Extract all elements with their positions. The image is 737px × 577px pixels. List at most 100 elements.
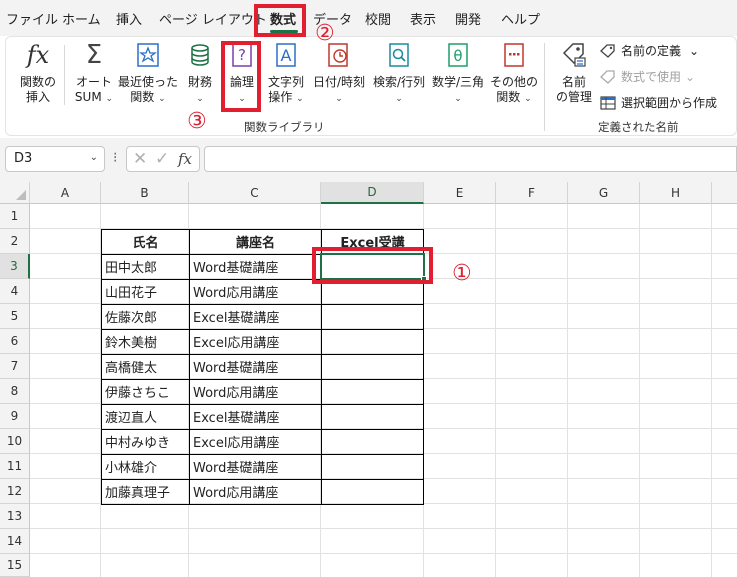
column-header-f[interactable]: F [496,182,568,204]
row-header-2[interactable]: 2 [0,229,30,254]
chevron-down-icon[interactable]: ⌄ [90,152,98,163]
annotation-box-logical [221,41,261,112]
cell-course[interactable]: Word応用講座 [190,379,321,404]
insert-function-fx-icon[interactable]: fx [178,150,192,168]
cell-course[interactable]: Excel基礎講座 [190,404,321,429]
row-header-6[interactable]: 6 [0,329,30,354]
insert-function-label: 関数の 挿入 [19,75,56,104]
function-library-group-label: 関数ライブラリ [244,120,325,134]
row-header-1[interactable]: 1 [0,204,30,229]
select-all-corner[interactable] [0,182,30,204]
menu-bar: ファイル ホーム 挿入 ページ レイアウト 数式 データ 校閲 表示 開発 ヘル… [0,0,737,36]
tab-file[interactable]: ファイル [6,9,58,28]
column-header-c[interactable]: C [189,182,321,204]
tab-home[interactable]: ホーム [62,9,101,28]
svg-text:A: A [281,46,292,65]
text-functions-label: 文字列 操作 ⌄ [267,75,304,104]
column-header-e[interactable]: E [424,182,496,204]
more-functions-button[interactable]: その他の 関数 ⌄ [488,41,540,105]
column-header-b[interactable]: B [101,182,189,204]
ribbon: fx 関数の 挿入 Σ オート SUM ⌄ 最近使った 関数 ⌄ 財務 ⌄ ? 論… [5,36,737,136]
math-trig-button[interactable]: θ 数学/三角 ⌄ [427,41,489,105]
autosum-button[interactable]: Σ オート SUM ⌄ [68,40,120,105]
cell-course[interactable]: Excel応用講座 [190,429,321,454]
tab-help[interactable]: ヘルプ [501,9,540,28]
column-header-g[interactable]: G [568,182,640,204]
cell-name[interactable]: 佐藤次郎 [102,304,189,329]
check-icon[interactable]: ✓ [155,149,169,169]
formula-input[interactable] [204,146,737,172]
cell-course[interactable]: Word基礎講座 [190,354,321,379]
insert-function-button[interactable]: fx 関数の 挿入 [14,41,62,105]
cell-name[interactable]: 鈴木美樹 [102,329,189,354]
worksheet-grid: A B C D E F G H 1 2 3 4 5 6 7 8 9 10 11 … [0,182,737,577]
more-functions-label: その他の 関数 ⌄ [489,75,538,104]
ribbon-separator [64,45,65,105]
column-header-h[interactable]: H [640,182,712,204]
row-header-14[interactable]: 14 [0,529,30,554]
star-book-icon [134,41,162,69]
row-header-15[interactable]: 15 [0,554,30,577]
formula-bar-options-icon[interactable]: ⁝ [113,150,117,166]
theta-book-icon: θ [444,41,472,69]
cell-name[interactable]: 高橋健太 [102,354,189,379]
cell-course[interactable]: Word基礎講座 [190,254,321,279]
row-header-3[interactable]: 3 [0,254,30,279]
gridline [567,204,568,577]
cell-name[interactable]: 加藤真理子 [102,479,189,504]
column-header-i[interactable] [712,182,737,204]
name-manager-button[interactable]: 名前 の管理 [551,41,597,105]
annotation-number-2: ② [315,21,335,46]
use-in-formula-button[interactable]: 数式で使用 ⌄ [600,68,695,85]
tab-view[interactable]: 表示 [410,9,436,28]
cell-course[interactable]: Word応用講座 [190,279,321,304]
cell-course[interactable]: Excel基礎講座 [190,304,321,329]
cell-course[interactable]: Excel応用講座 [190,329,321,354]
datetime-button[interactable]: 日付/時刻 ⌄ [308,41,370,105]
row-header-10[interactable]: 10 [0,429,30,454]
autosum-label: オート SUM ⌄ [74,75,114,104]
create-from-selection-button[interactable]: 選択範囲から作成 [600,94,717,111]
gridline [639,204,640,577]
row-header-5[interactable]: 5 [0,304,30,329]
cell-course[interactable]: Word基礎講座 [190,454,321,479]
recently-used-button[interactable]: 最近使った 関数 ⌄ [118,41,178,105]
cell-name[interactable]: 渡辺直人 [102,404,189,429]
text-functions-button[interactable]: A 文字列 操作 ⌄ [263,41,309,105]
cell-name[interactable]: 伊藤さちこ [102,379,189,404]
tab-page-layout[interactable]: ページ レイアウト [159,9,267,28]
tab-developer[interactable]: 開発 [455,9,481,28]
define-name-button[interactable]: 名前の定義 ⌄ [600,42,699,59]
lookup-reference-button[interactable]: 検索/行列 ⌄ [368,41,430,105]
cell-name[interactable]: 小林雄介 [102,454,189,479]
name-box[interactable]: D3 ⌄ [5,146,105,172]
row-header-8[interactable]: 8 [0,379,30,404]
datetime-label: 日付/時刻 ⌄ [312,75,366,104]
annotation-box-cell-d3 [312,247,433,284]
column-header-d[interactable]: D [321,182,424,204]
column-header-a[interactable]: A [30,182,101,204]
cell-name[interactable]: 田中太郎 [102,254,189,279]
database-coins-icon [186,41,214,69]
name-manager-label: 名前 の管理 [555,75,592,104]
create-from-selection-icon [600,95,616,110]
cell-name[interactable]: 中村みゆき [102,429,189,454]
tab-review[interactable]: 校閲 [365,9,391,28]
row-header-9[interactable]: 9 [0,404,30,429]
cell-course[interactable]: Word応用講座 [190,479,321,504]
header-cell-name[interactable]: 氏名 [102,229,189,254]
cell-name[interactable]: 山田花子 [102,279,189,304]
financial-label: 財務 ⌄ [187,75,212,104]
row-header-4[interactable]: 4 [0,279,30,304]
cancel-icon[interactable]: ✕ [133,149,147,169]
row-header-13[interactable]: 13 [0,504,30,529]
financial-button[interactable]: 財務 ⌄ [184,41,216,105]
row-header-12[interactable]: 12 [0,479,30,504]
row-header-11[interactable]: 11 [0,454,30,479]
recently-used-label: 最近使った 関数 ⌄ [118,75,179,104]
use-in-formula-label: 数式で使用 [621,70,682,84]
text-a-icon: A [272,41,300,69]
row-header-7[interactable]: 7 [0,354,30,379]
header-cell-course[interactable]: 講座名 [190,229,321,254]
tab-insert[interactable]: 挿入 [116,9,142,28]
